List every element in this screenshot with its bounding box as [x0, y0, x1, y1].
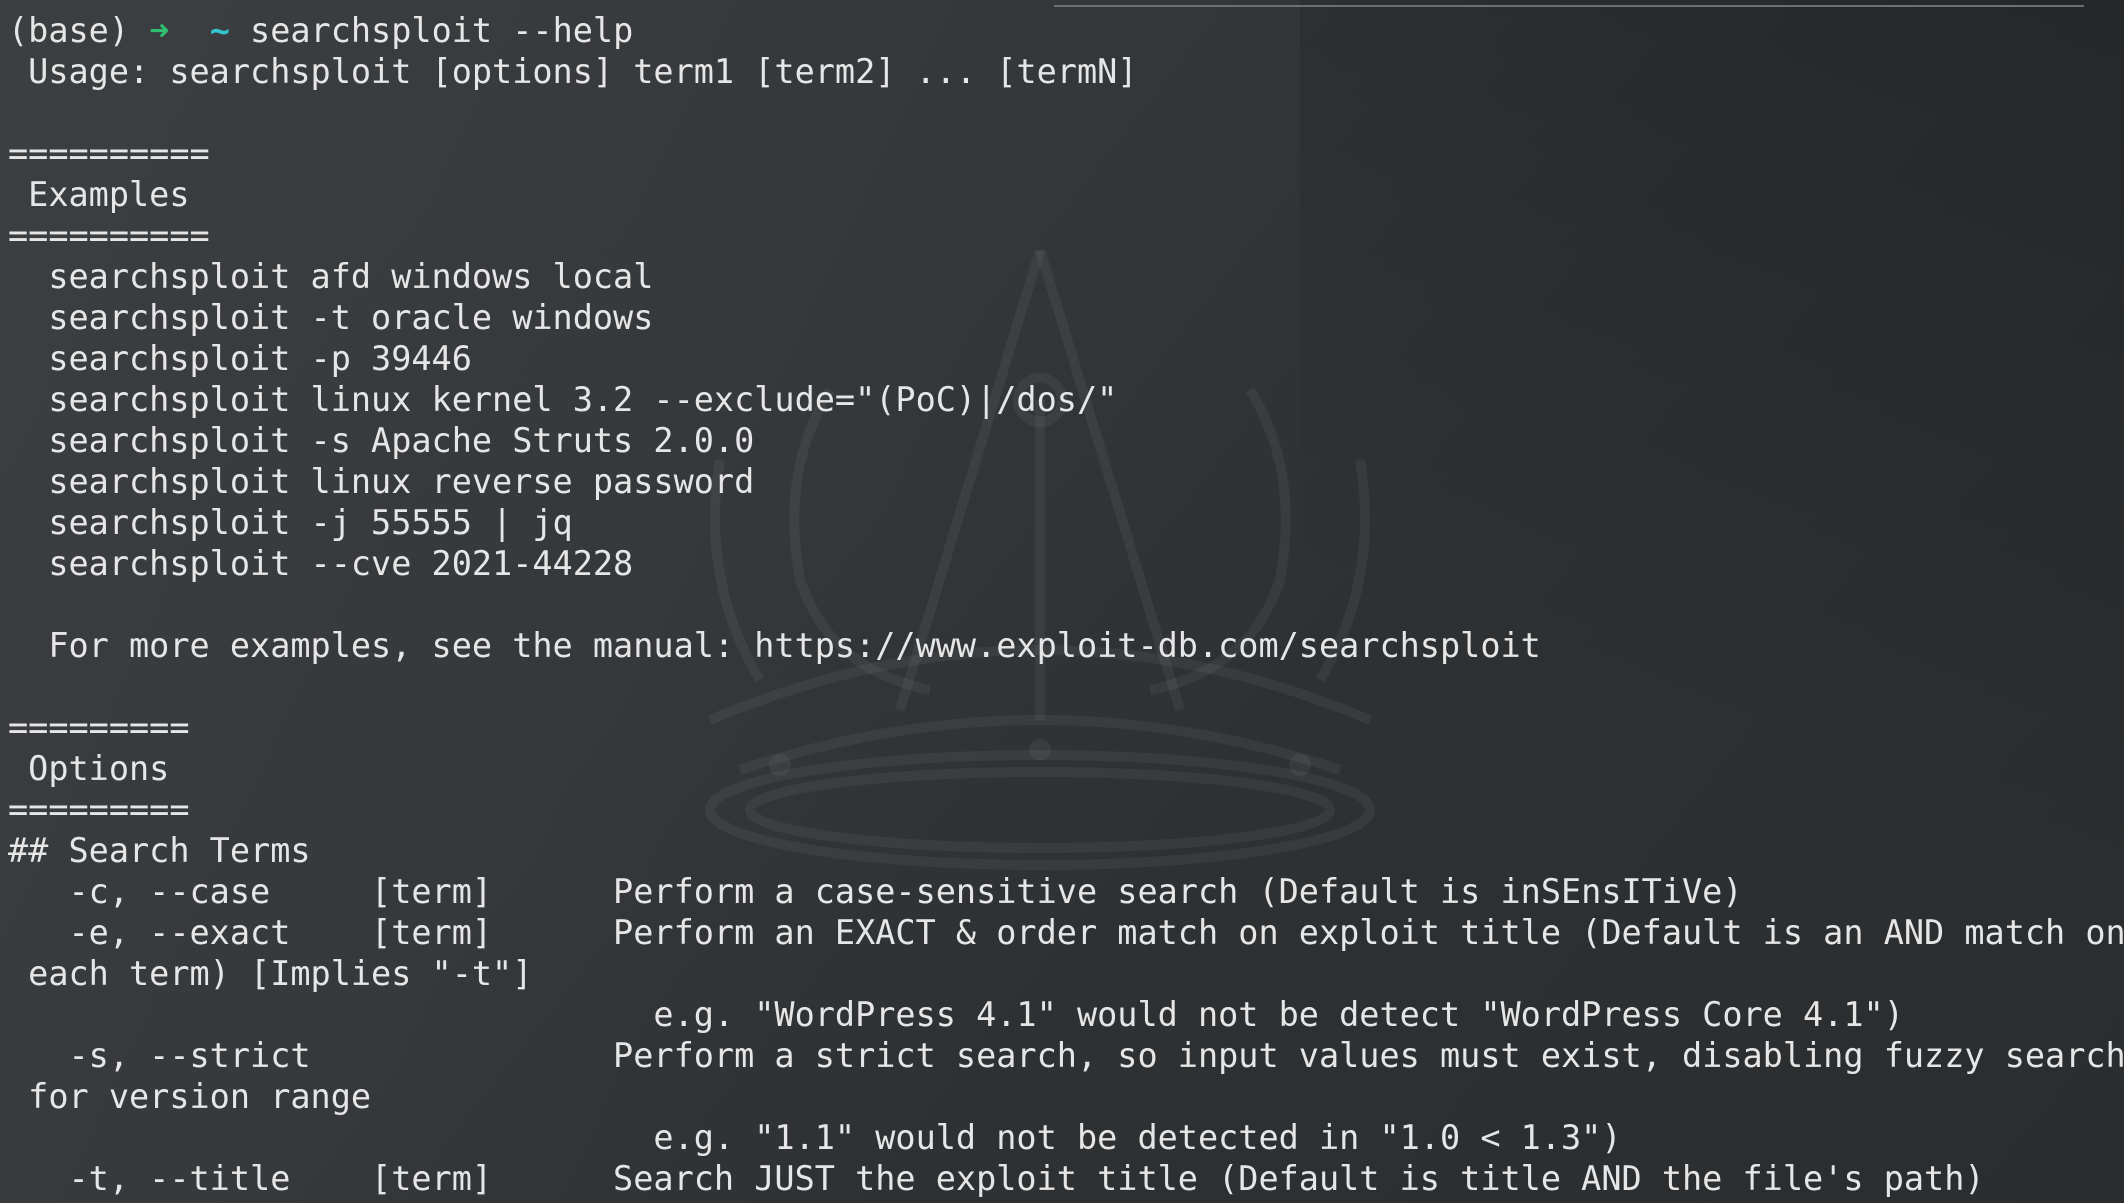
example-line: searchsploit --cve 2021-44228	[8, 544, 634, 583]
option-line-exact-example: e.g. "WordPress 4.1" would not be detect…	[8, 995, 1904, 1034]
example-line: searchsploit -t oracle windows	[8, 298, 654, 337]
section-rule: ==========	[8, 216, 210, 255]
example-line: searchsploit -p 39446	[8, 339, 472, 378]
prompt-command: searchsploit --help	[250, 11, 634, 50]
section-heading-options: Options	[8, 749, 170, 788]
option-line-strict: -s, --strict Perform a strict search, so…	[8, 1036, 2124, 1075]
section-rule: =========	[8, 790, 190, 829]
option-line-strict-wrap: for version range	[8, 1077, 372, 1116]
option-line-exact-wrap: each term) [Implies "-t"]	[8, 954, 533, 993]
option-line-strict-example: e.g. "1.1" would not be detected in "1.0…	[8, 1118, 1622, 1157]
example-line: searchsploit -j 55555 | jq	[8, 503, 573, 542]
example-line: searchsploit afd windows local	[8, 257, 654, 296]
section-rule: =========	[8, 708, 190, 747]
example-line: searchsploit -s Apache Struts 2.0.0	[8, 421, 755, 460]
section-heading-examples: Examples	[8, 175, 190, 214]
usage-line: Usage: searchsploit [options] term1 [ter…	[8, 52, 1138, 91]
prompt-cwd: ~	[209, 11, 230, 50]
prompt-line: (base) ➜ ~ searchsploit --help	[8, 10, 2124, 51]
manual-link-line: For more examples, see the manual: https…	[8, 626, 1541, 665]
option-line-exact: -e, --exact [term] Perform an EXACT & or…	[8, 913, 2124, 952]
option-line-title: -t, --title [term] Search JUST the explo…	[8, 1159, 1985, 1198]
window-top-rule	[1054, 5, 2084, 7]
example-line: searchsploit linux reverse password	[8, 462, 755, 501]
prompt-env: (base)	[8, 11, 130, 50]
section-rule: ==========	[8, 134, 210, 173]
prompt-arrow-icon: ➜	[149, 11, 170, 50]
terminal-output: (base) ➜ ~ searchsploit --help Usage: se…	[8, 10, 2124, 1199]
example-line: searchsploit linux kernel 3.2 --exclude=…	[8, 380, 1118, 419]
option-line-case: -c, --case [term] Perform a case-sensiti…	[8, 872, 1743, 911]
terminal-window[interactable]: (base) ➜ ~ searchsploit --help Usage: se…	[0, 0, 2124, 1203]
subsection-heading-search-terms: ## Search Terms	[8, 831, 311, 870]
